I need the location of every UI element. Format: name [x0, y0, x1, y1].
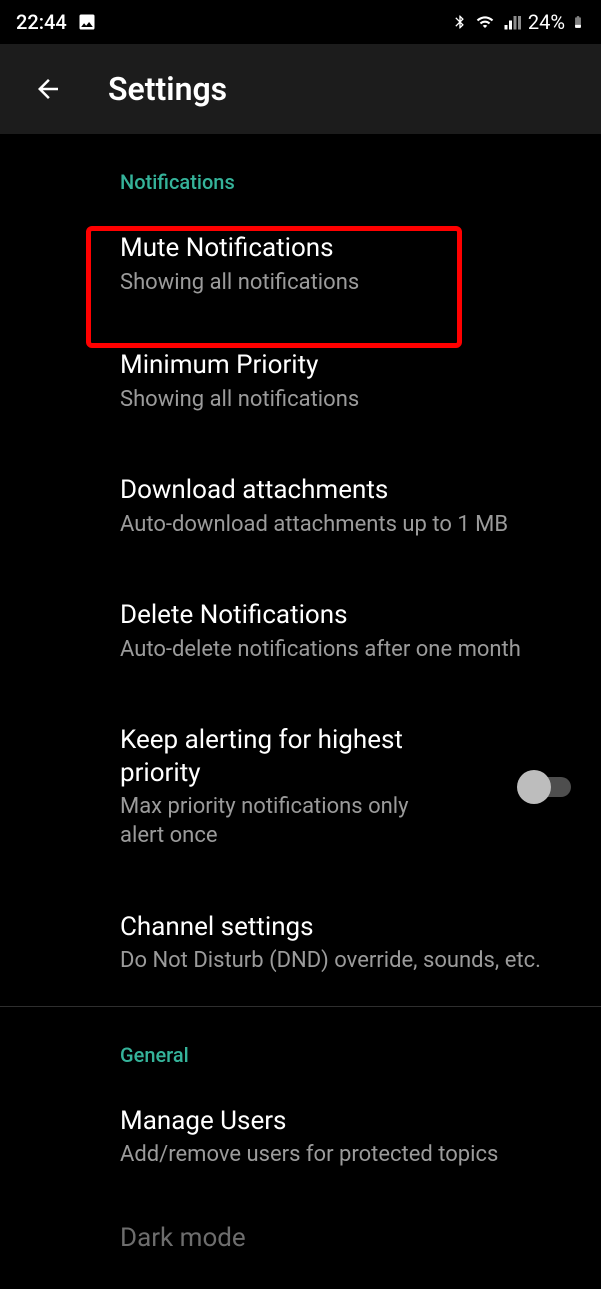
setting-manage-users[interactable]: Manage Users Add/remove users for protec… — [0, 1083, 601, 1192]
setting-title: Mute Notifications — [120, 232, 490, 265]
setting-mute-notifications[interactable]: Mute Notifications Showing all notificat… — [0, 210, 601, 319]
setting-subtitle: Showing all notifications — [120, 386, 570, 415]
setting-dark-mode[interactable]: Dark mode — [0, 1192, 601, 1255]
setting-title: Channel settings — [120, 911, 490, 944]
setting-title: Delete Notifications — [120, 599, 490, 632]
setting-delete-notifications[interactable]: Delete Notifications Auto-delete notific… — [0, 569, 601, 694]
setting-minimum-priority[interactable]: Minimum Priority Showing all notificatio… — [0, 319, 601, 444]
setting-download-attachments[interactable]: Download attachments Auto-download attac… — [0, 444, 601, 569]
setting-subtitle: Add/remove users for protected topics — [120, 1141, 570, 1170]
setting-title: Download attachments — [120, 474, 490, 507]
setting-title: Keep alerting for highest priority — [120, 724, 450, 789]
status-time: 22:44 — [16, 10, 67, 34]
setting-subtitle: Max priority notifications only alert on… — [120, 793, 450, 850]
settings-content: Notifications Mute Notifications Showing… — [0, 134, 601, 1254]
section-header-notifications: Notifications — [0, 134, 601, 210]
signal-icon — [502, 13, 522, 31]
image-icon — [77, 12, 97, 32]
setting-title: Manage Users — [120, 1105, 490, 1138]
toggle-knob — [517, 770, 551, 804]
toggle-keep-alerting[interactable] — [519, 777, 571, 797]
setting-subtitle: Auto-download attachments up to 1 MB — [120, 511, 570, 540]
page-title: Settings — [108, 70, 227, 108]
setting-channel-settings[interactable]: Channel settings Do Not Disturb (DND) ov… — [0, 881, 601, 1006]
battery-icon — [571, 11, 585, 33]
setting-keep-alerting[interactable]: Keep alerting for highest priority Max p… — [0, 694, 601, 880]
back-button[interactable] — [28, 69, 68, 109]
battery-pct: 24% — [528, 10, 565, 34]
app-bar: Settings — [0, 44, 601, 134]
setting-subtitle: Do Not Disturb (DND) override, sounds, e… — [120, 947, 570, 976]
section-header-general: General — [0, 1007, 601, 1083]
status-bar: 22:44 24% — [0, 0, 601, 44]
setting-subtitle: Auto-delete notifications after one mont… — [120, 636, 570, 665]
wifi-icon — [474, 13, 496, 31]
bluetooth-icon — [452, 12, 468, 32]
setting-title: Dark mode — [120, 1222, 490, 1255]
setting-title: Minimum Priority — [120, 349, 490, 382]
setting-subtitle: Showing all notifications — [120, 269, 570, 298]
